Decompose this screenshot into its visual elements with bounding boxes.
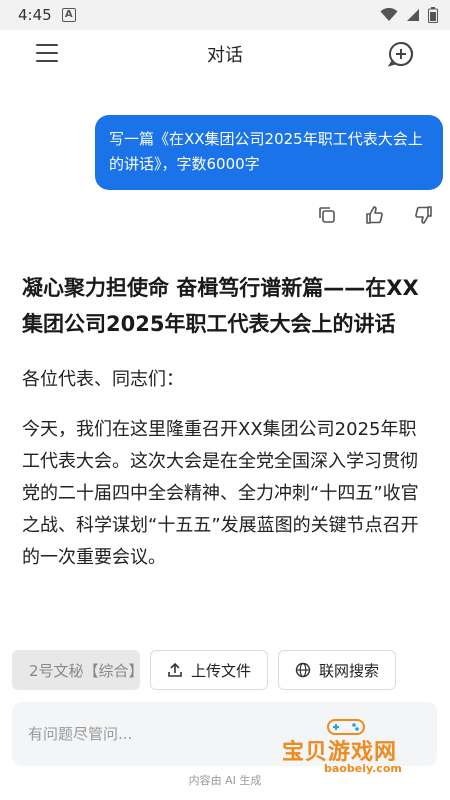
status-icons — [380, 7, 438, 23]
upload-label: 上传文件 — [191, 661, 252, 680]
upload-icon — [168, 662, 182, 677]
page-title: 对话 — [207, 45, 243, 66]
answer-title: 凝心聚力担使命 奋楫笃行谱新篇——在XX集团公司2025年职工代表大会上的讲话 — [22, 276, 419, 336]
notification-icon: A — [61, 8, 76, 22]
thumbs-up-icon — [366, 206, 383, 224]
copy-icon — [319, 207, 335, 223]
answer-paragraph: 今天，我们在这里隆重召开XX集团公司2025年职工代表大会。这次大会是在全党全国… — [22, 419, 419, 568]
user-message-bubble: 写一篇《在XX集团公司2025年职工代表大会上的讲话》，字数6000字 — [95, 115, 443, 190]
menu-icon — [36, 44, 58, 62]
menu-button[interactable] — [36, 44, 58, 64]
copy-button[interactable] — [316, 204, 338, 226]
message-actions — [316, 204, 434, 226]
like-button[interactable] — [364, 204, 386, 226]
answer-greeting: 各位代表、同志们： — [22, 369, 184, 390]
battery-icon — [428, 7, 438, 23]
globe-icon — [295, 662, 311, 678]
new-chat-button[interactable] — [387, 41, 414, 67]
tool-chips: 2号文秘【综合】 上传文件 联网搜索 — [12, 650, 397, 690]
upload-file-button[interactable]: 上传文件 — [150, 650, 269, 690]
wifi-icon — [380, 8, 398, 21]
model-selector[interactable]: 2号文秘【综合】 — [12, 650, 140, 690]
thumbs-down-icon — [415, 206, 432, 224]
new-chat-icon — [387, 42, 413, 67]
status-time: 4:45 — [18, 6, 52, 24]
signal-icon — [407, 9, 419, 21]
web-search-button[interactable]: 联网搜索 — [278, 650, 397, 690]
model-label: 2号文秘【综合】 — [29, 661, 140, 680]
top-bar: 对话 — [0, 30, 450, 78]
web-search-label: 联网搜索 — [319, 661, 380, 680]
ai-generated-note: 内容由 AI 生成 — [188, 774, 262, 787]
status-bar: 4:45 A — [0, 0, 450, 30]
watermark: 宝贝游戏网 baobeiy.com — [282, 714, 432, 780]
ai-answer: 凝心聚力担使命 奋楫笃行谱新篇——在XX集团公司2025年职工代表大会上的讲话 … — [22, 270, 422, 642]
dislike-button[interactable] — [412, 204, 434, 226]
